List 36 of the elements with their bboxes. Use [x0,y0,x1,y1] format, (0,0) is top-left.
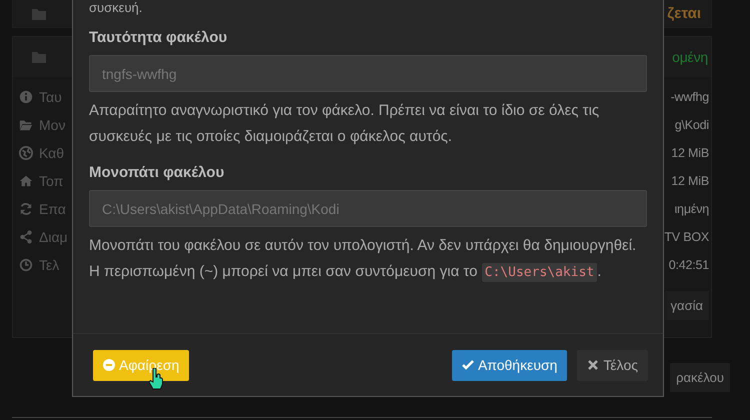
row-icon [19,202,33,216]
row-icon [19,146,33,160]
row-label: Ταυ [39,89,62,105]
check-icon [462,359,474,371]
close-button[interactable]: Τέλος [577,350,648,380]
row-icon [19,258,33,272]
help-text: Απαραίτητο αναγνωριστικό για τον φάκελο. Πρέπει να είναι το ίδιο σε όλες τις συσκευές με τις οποίες διαμοιράζεται ο φάκελος αυτός. [89,101,600,147]
row-value: 12 MiB [671,174,709,188]
row-icon [19,118,33,132]
row-value: TV BOX [664,230,709,244]
row-value: -wwfhg [670,90,709,104]
row-label: Καθ [39,145,64,161]
field-label: Ταυτότητα φακέλου [89,29,228,46]
minus-circle-icon [103,359,115,371]
row-value: g\Kodi [674,118,709,132]
edit-button[interactable]: γασία [664,291,709,320]
row-value: 12 MiB [671,146,709,160]
row-label: Επα [39,201,66,217]
row-label: Διαμ [39,229,68,245]
row-icon [19,174,33,188]
row-label: Μον [39,117,66,133]
close-icon [587,359,600,371]
help-text: Μονοπάτι του φακέλου σε αυτόν τον υπολογιστή. Αν δεν υπάρχει θα δημιουργηθεί. Η περισπωμένη (~) μπορεί να μπει σαν συντόμευση για το C:\Users\akist . [89,236,637,284]
intro-text: συσκευή. [89,0,144,15]
field-label: Μονοπάτι φακέλου [89,164,226,181]
status-text: ζεται [667,5,701,22]
status-text: ομένη [672,49,708,65]
row-label: Τελ [39,257,60,273]
row-value: 0:42:51 [668,258,709,272]
row-value: ιημένη [674,202,709,216]
row-label: Τοπ [39,173,64,189]
row-icon [19,90,33,104]
row-icon [19,230,33,244]
save-button[interactable]: Αποθήκευση [452,350,568,380]
add-folder-button[interactable]: ρακέλου [670,363,730,392]
folder-icon [31,49,47,65]
